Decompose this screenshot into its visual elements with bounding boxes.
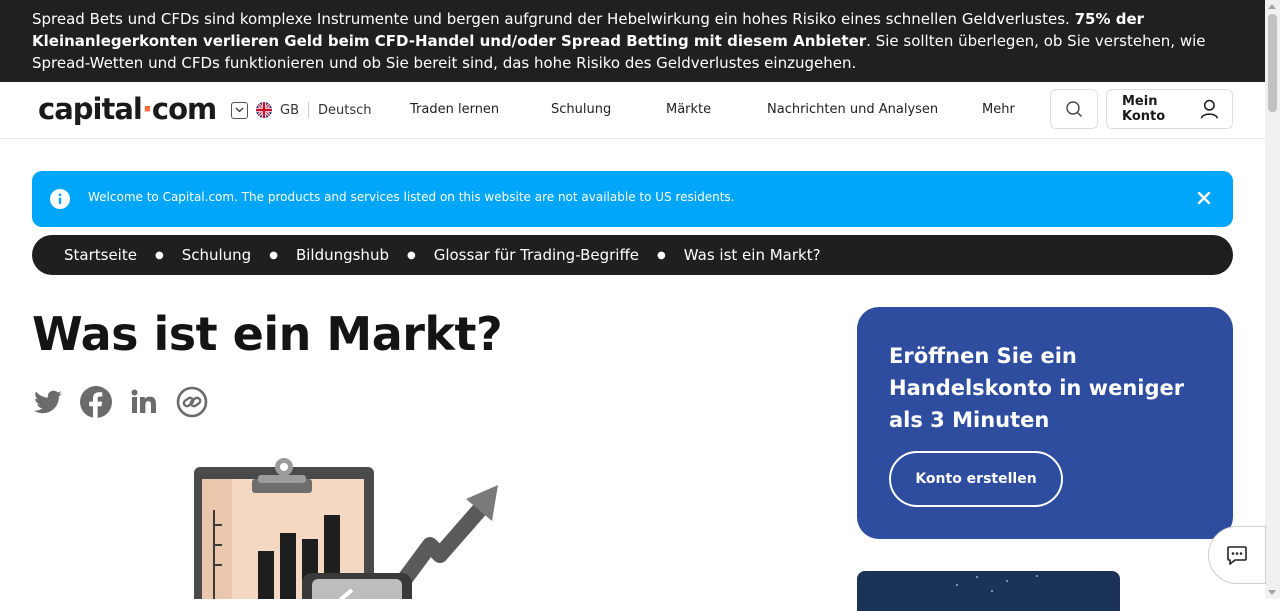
open-account-card: Eröffnen Sie ein Handelskonto in weniger… <box>857 307 1233 539</box>
search-icon <box>1066 101 1082 117</box>
breadcrumb-bildungshub[interactable]: Bildungshub <box>296 246 389 264</box>
chat-button[interactable] <box>1208 526 1266 584</box>
close-icon[interactable] <box>1197 191 1211 205</box>
nav-maerkte[interactable]: Märkte <box>666 102 711 117</box>
nav-nachrichten[interactable]: Nachrichten und Analysen <box>767 102 938 117</box>
promo-thumbnail[interactable] <box>857 571 1120 611</box>
logo-dot: · <box>141 92 153 126</box>
promo-title: Eröffnen Sie ein Handelskonto in weniger… <box>889 344 1185 432</box>
language-selector[interactable]: GB Deutsch <box>231 100 372 120</box>
starfield-image <box>956 575 1038 592</box>
breadcrumb-current: Was ist ein Markt? <box>683 246 821 264</box>
nav-schulung[interactable]: Schulung <box>551 102 611 117</box>
breadcrumb-startseite[interactable]: Startseite <box>64 246 137 264</box>
linkedin-icon[interactable] <box>128 386 160 418</box>
user-icon <box>1200 99 1219 119</box>
page-title: Was ist ein Markt? <box>32 307 503 361</box>
scrollbar-thumb[interactable] <box>1268 14 1277 112</box>
breadcrumb: Startseite ● Schulung ● Bildungshub ● Gl… <box>32 235 1233 275</box>
facebook-icon[interactable] <box>80 386 112 418</box>
nav-traden-lernen[interactable]: Traden lernen <box>410 102 499 117</box>
breadcrumb-separator: ● <box>657 249 666 261</box>
scroll-down-arrow-icon[interactable] <box>1268 590 1276 595</box>
my-account-button[interactable]: Mein Konto <box>1106 89 1233 129</box>
link-icon[interactable] <box>176 386 208 418</box>
breadcrumb-separator: ● <box>406 249 416 261</box>
market-illustration <box>194 458 498 599</box>
chevron-down-icon <box>231 101 248 119</box>
breadcrumb-schulung[interactable]: Schulung <box>182 246 252 264</box>
risk-warning-text: Spread Bets und CFDs sind komplexe Instr… <box>32 10 1075 28</box>
scroll-up-arrow-icon[interactable] <box>1268 4 1276 9</box>
notice-text: Welcome to Capital.com. The products and… <box>88 190 735 204</box>
my-account-label: Mein Konto <box>1122 94 1166 124</box>
twitter-icon[interactable] <box>32 386 64 418</box>
chat-icon <box>1227 546 1247 565</box>
logo-text-right: com <box>151 92 217 126</box>
region-code: GB <box>280 102 299 118</box>
search-button[interactable] <box>1050 89 1098 129</box>
logo-text-left: capital <box>38 92 143 126</box>
uk-flag-icon <box>256 102 272 118</box>
breadcrumb-glossar[interactable]: Glossar für Trading-Begriffe <box>434 246 639 264</box>
language-label: Deutsch <box>318 102 372 118</box>
divider <box>308 102 309 118</box>
breadcrumb-separator: ● <box>154 249 164 261</box>
risk-warning-banner: Spread Bets und CFDs sind komplexe Instr… <box>0 0 1265 82</box>
us-residents-notice: Welcome to Capital.com. The products and… <box>32 171 1233 227</box>
info-icon <box>50 189 70 209</box>
create-account-button[interactable]: Konto erstellen <box>889 451 1063 507</box>
nav-mehr[interactable]: Mehr <box>982 102 1015 117</box>
site-header: capital·com GB Deutsch Traden lernen Sch… <box>0 82 1265 139</box>
breadcrumb-separator: ● <box>269 249 278 261</box>
page-scrollbar[interactable] <box>1265 0 1280 599</box>
capital-logo[interactable]: capital·com <box>38 92 217 126</box>
